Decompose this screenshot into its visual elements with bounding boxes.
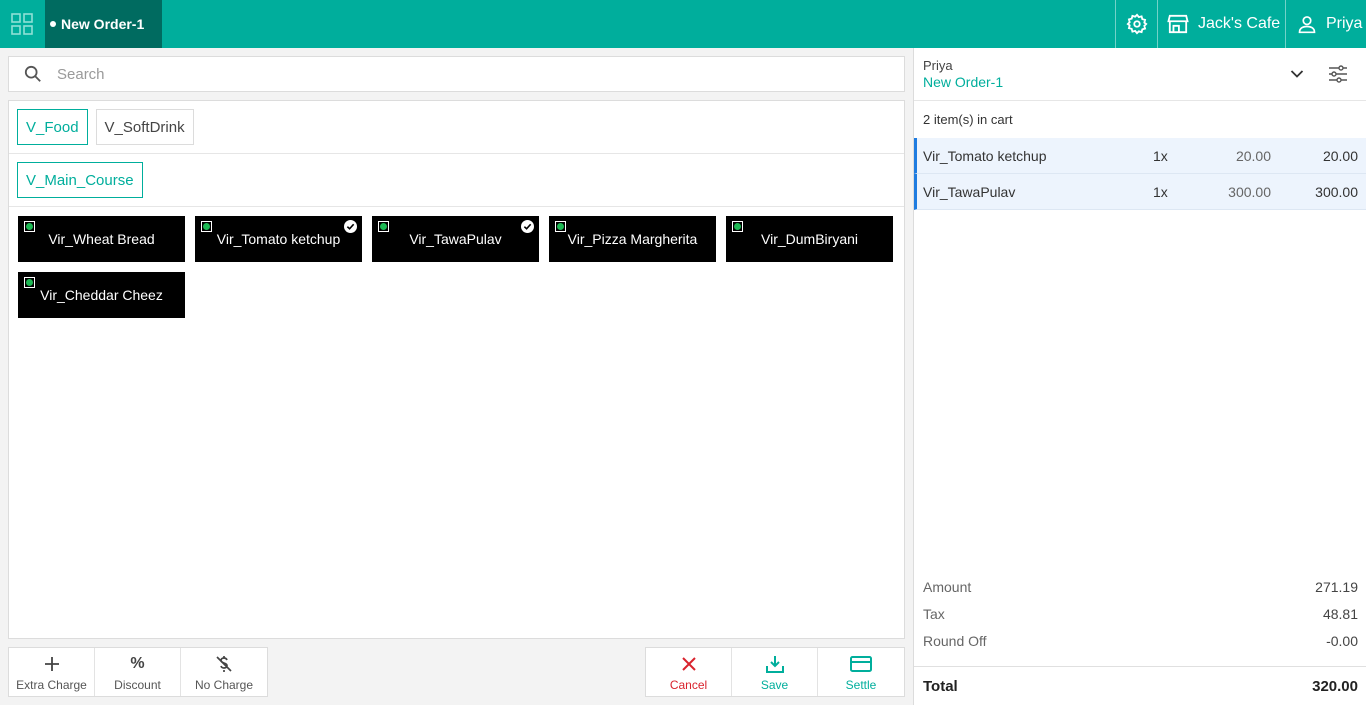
menu-item-tile[interactable]: Vir_TawaPulav [372, 216, 539, 262]
extra-charge-label: Extra Charge [16, 677, 87, 692]
menu-item-tile[interactable]: Vir_Pizza Margherita [549, 216, 716, 262]
menu-item-tile[interactable]: Vir_Tomato ketchup [195, 216, 362, 262]
store-icon [1167, 14, 1189, 34]
line-item-name: Vir_TawaPulav [923, 183, 1016, 200]
close-icon [681, 653, 697, 675]
order-tab[interactable]: New Order-1 [45, 0, 162, 48]
line-item-price: 20.00 [1235, 147, 1271, 164]
discount-button[interactable]: % Discount [95, 648, 181, 696]
line-item-qty: 1x [1153, 183, 1168, 200]
menu-item-label: Vir_Tomato ketchup [216, 230, 341, 247]
item-grid: Vir_Wheat Bread Vir_Tomato ketchup Vir_T… [9, 207, 904, 327]
menu-panel: V_Food V_SoftDrink V_Main_Course Vir_Whe… [8, 100, 905, 639]
filter-settings-icon[interactable] [1328, 64, 1348, 87]
category-chip-v-softdrink[interactable]: V_SoftDrink [95, 109, 194, 145]
order-primary-actions: Cancel Save Settle [645, 647, 905, 697]
outlet-selector[interactable]: Jack's Cafe [1157, 0, 1285, 48]
outlet-name: Jack's Cafe [1198, 15, 1281, 32]
summary-round-off-row: Round Off -0.00 [914, 627, 1366, 654]
menu-item-label: Vir_DumBiryani [761, 230, 858, 247]
subcategory-chip-v-main-course[interactable]: V_Main_Course [17, 162, 143, 198]
cart-header: Priya New Order-1 [914, 48, 1366, 101]
summary-label: Round Off [923, 632, 987, 649]
order-modifier-actions: Extra Charge % Discount No Charge [8, 647, 268, 697]
category-row: V_Food V_SoftDrink [9, 101, 904, 154]
no-charge-label: No Charge [194, 677, 254, 692]
user-icon [1298, 16, 1316, 34]
line-item-name: Vir_Tomato ketchup [923, 147, 1047, 164]
menu-item-label: Vir_Pizza Margherita [567, 230, 698, 247]
summary-label: Amount [923, 578, 972, 595]
menu-item-tile[interactable]: Vir_Wheat Bread [18, 216, 185, 262]
menu-item-label: Vir_TawaPulav [409, 230, 502, 247]
line-item-price: 300.00 [1228, 183, 1271, 200]
save-button[interactable]: Save [732, 648, 818, 696]
user-name: Priya [1326, 15, 1363, 32]
cart-summary: Amount 271.19 Tax 48.81 Round Off -0.00 [914, 573, 1366, 654]
check-icon [344, 220, 357, 233]
plus-icon [44, 653, 60, 675]
summary-tax-row: Tax 48.81 [914, 600, 1366, 627]
no-dollar-icon [215, 653, 233, 675]
summary-value: 48.81 [1322, 605, 1358, 622]
discount-label: Discount [114, 677, 161, 692]
subcategory-row: V_Main_Course [9, 154, 904, 207]
cancel-button[interactable]: Cancel [646, 648, 732, 696]
check-icon [521, 220, 534, 233]
summary-amount-row: Amount 271.19 [914, 573, 1366, 600]
veg-indicator-icon [24, 277, 35, 288]
total-value: 320.00 [1312, 677, 1358, 695]
apps-grid-button[interactable] [0, 0, 44, 48]
download-icon [765, 653, 785, 675]
total-label: Total [923, 677, 958, 695]
veg-indicator-icon [378, 221, 389, 232]
extra-charge-button[interactable]: Extra Charge [9, 648, 95, 696]
settings-button[interactable] [1115, 0, 1157, 48]
cart-line-item[interactable]: Vir_TawaPulav 1x 300.00 300.00 [914, 174, 1366, 210]
menu-item-tile[interactable]: Vir_DumBiryani [726, 216, 893, 262]
top-bar: New Order-1 Jack's Cafe Priya [0, 0, 1366, 48]
category-chip-v-food[interactable]: V_Food [17, 109, 88, 145]
active-dot-icon [50, 21, 56, 27]
menu-item-label: Vir_Wheat Bread [48, 230, 155, 247]
cart-panel: Priya New Order-1 2 item(s) in cart Vir_… [913, 48, 1366, 705]
veg-indicator-icon [201, 221, 212, 232]
save-label: Save [760, 677, 789, 692]
line-item-total: 20.00 [1322, 147, 1358, 164]
percent-icon: % [130, 654, 145, 672]
summary-value: 271.19 [1315, 578, 1358, 595]
summary-label: Tax [923, 605, 945, 622]
cart-line-item[interactable]: Vir_Tomato ketchup 1x 20.00 20.00 [914, 138, 1366, 174]
veg-indicator-icon [555, 221, 566, 232]
search-icon [9, 65, 57, 83]
menu-item-tile[interactable]: Vir_Cheddar Cheez [18, 272, 185, 318]
user-menu[interactable]: Priya [1285, 0, 1366, 48]
card-icon [850, 653, 872, 675]
menu-item-label: Vir_Cheddar Cheez [40, 286, 163, 303]
settle-button[interactable]: Settle [818, 648, 904, 696]
cancel-label: Cancel [669, 677, 708, 692]
gear-icon [1125, 13, 1148, 35]
search-input[interactable] [57, 65, 857, 83]
veg-indicator-icon [732, 221, 743, 232]
summary-value: -0.00 [1326, 632, 1358, 649]
grand-total-row: Total 320.00 [914, 666, 1366, 705]
veg-indicator-icon [24, 221, 35, 232]
order-tab-label: New Order-1 [61, 16, 145, 32]
search-bar [8, 56, 905, 92]
cart-item-count: 2 item(s) in cart [923, 112, 1013, 127]
settle-label: Settle [845, 677, 877, 692]
no-charge-button[interactable]: No Charge [181, 648, 267, 696]
grid-icon [11, 13, 33, 35]
line-item-total: 300.00 [1315, 183, 1358, 200]
chevron-down-icon[interactable] [1290, 66, 1304, 82]
line-item-qty: 1x [1153, 147, 1168, 164]
